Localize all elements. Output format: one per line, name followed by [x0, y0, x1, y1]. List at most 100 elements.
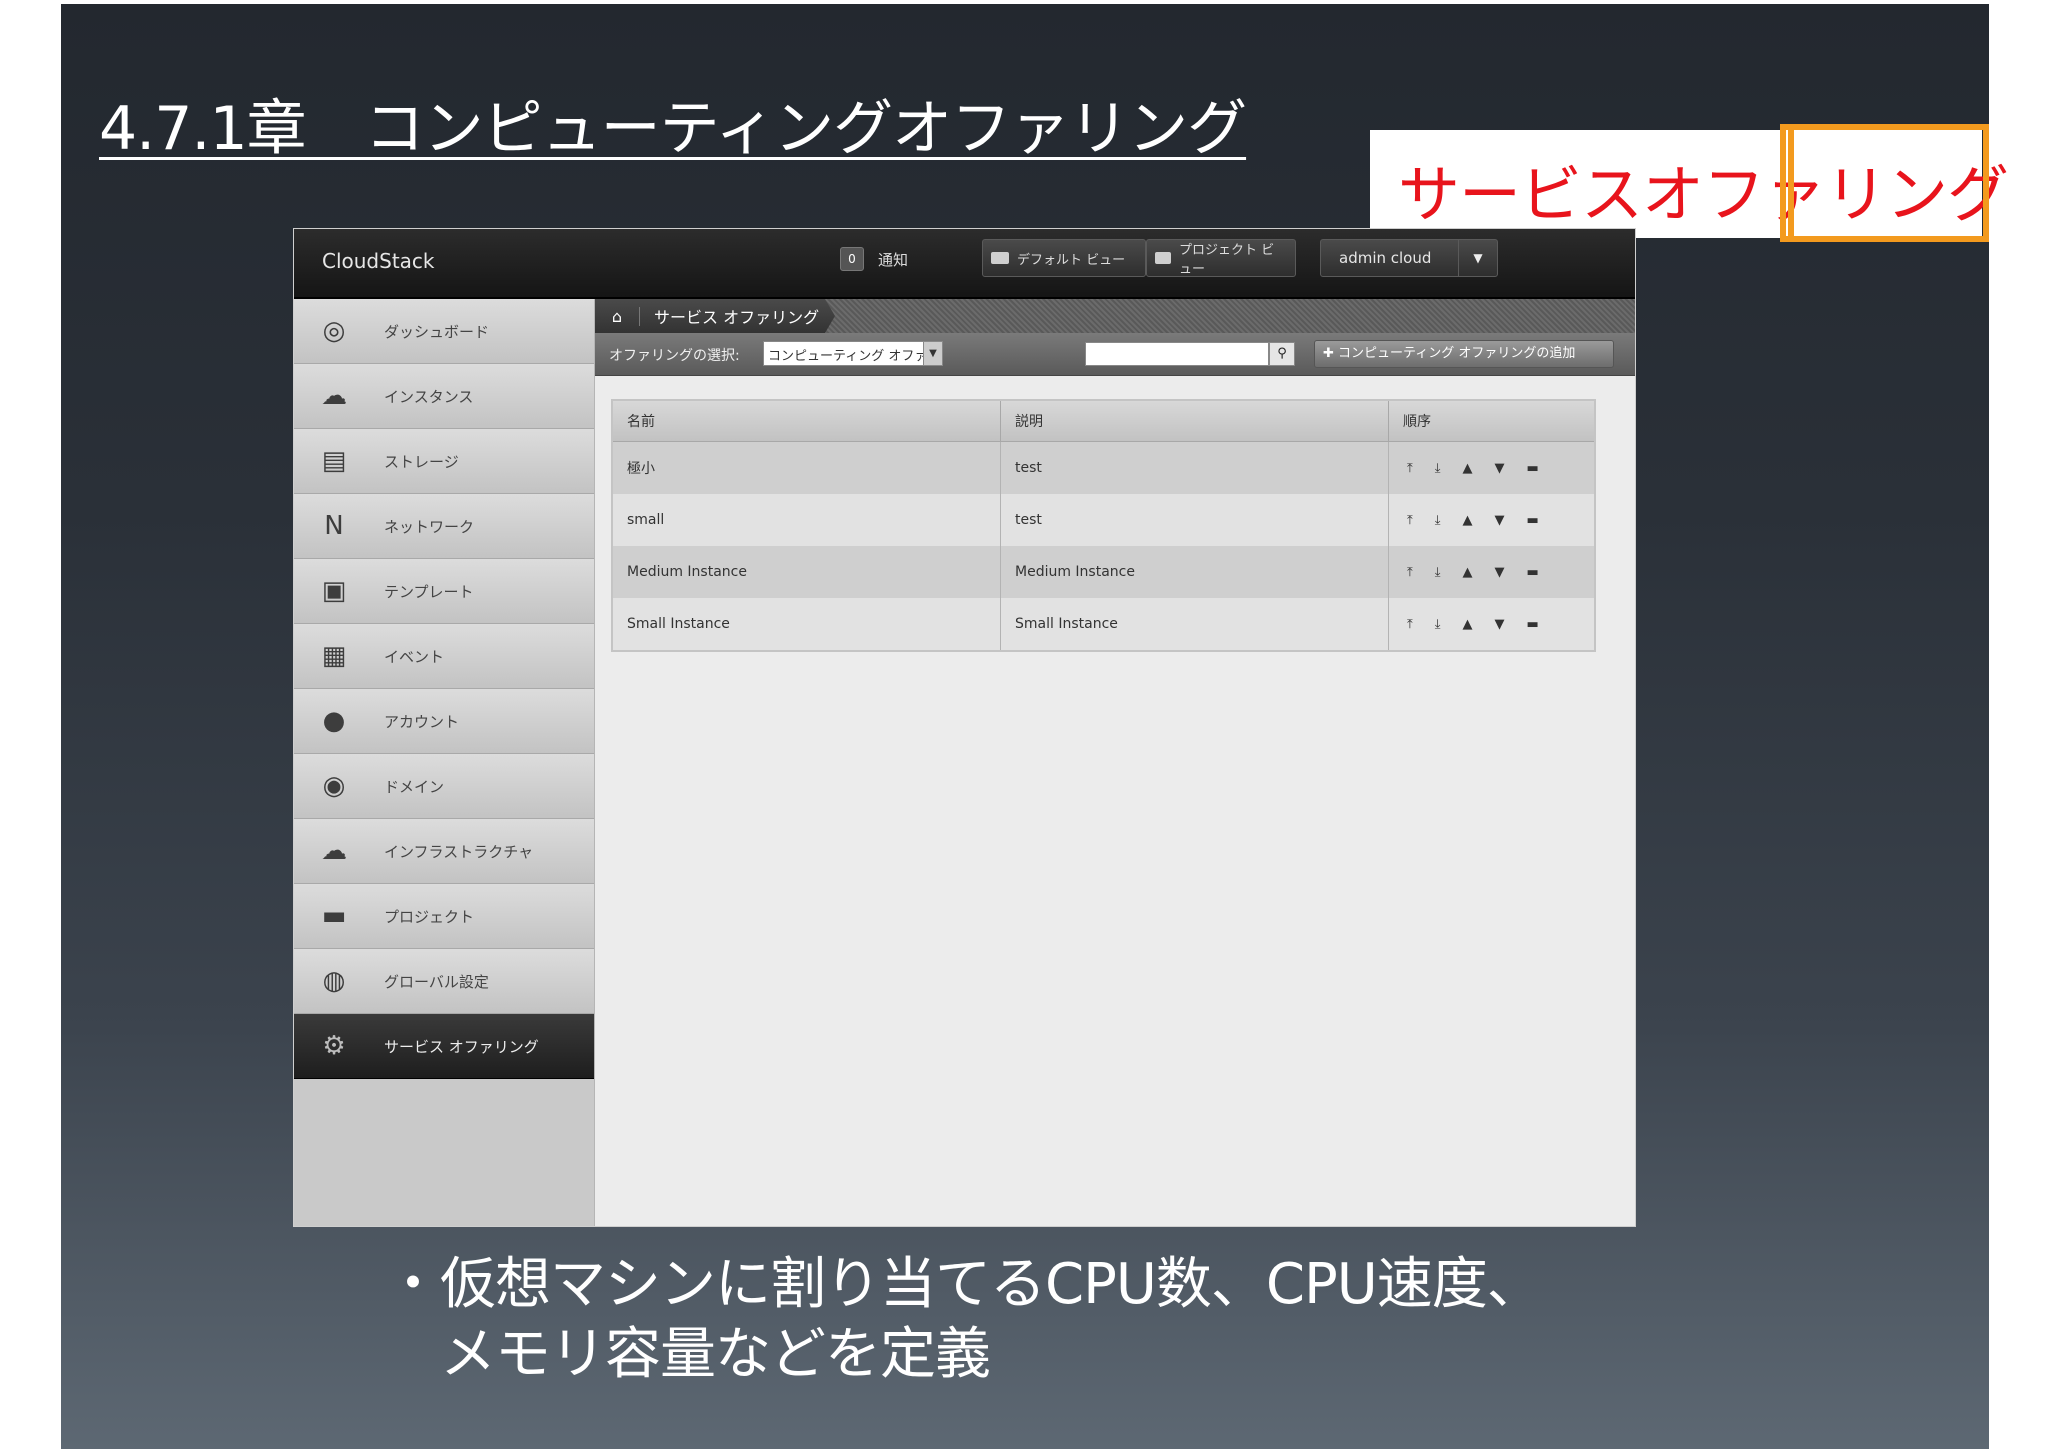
sidebar-item-network[interactable]: N ネットワーク [294, 494, 594, 559]
sidebar-item-label: ストレージ [384, 453, 459, 471]
bullet-line-2: メモリ容量などを定義 [385, 1322, 991, 1387]
column-header-description[interactable]: 説明 [1000, 400, 1389, 442]
cell-name: small [612, 494, 1001, 546]
folder-icon: ▬ [321, 901, 347, 931]
sidebar-item-events[interactable]: ▦ イベント [294, 624, 594, 689]
sidebar-item-label: アカウント [384, 713, 460, 731]
gear-icon: ⚙ [322, 1031, 346, 1061]
move-up-icon[interactable]: ▲ [1463, 617, 1473, 632]
breadcrumb-current[interactable]: サービス オファリング [640, 304, 819, 328]
breadcrumb-trail: ⌂ サービス オファリング [595, 299, 835, 333]
sidebar-item-label: イベント [384, 648, 445, 666]
cell-name: 極小 [612, 441, 1001, 494]
chevron-down-icon: ▼ [923, 342, 942, 365]
cell-description: test [1000, 441, 1389, 494]
cloud-icon: ☁ [321, 381, 347, 411]
sidebar-item-label: ネットワーク [384, 518, 475, 536]
sidebar-item-global-settings[interactable]: ◍ グローバル設定 [294, 949, 594, 1014]
table-row[interactable]: small test ⤒ ⤓ ▲ ▼ ▬ [612, 494, 1596, 546]
sidebar: ◎ ダッシュボード ☁ インスタンス ▤ ストレージ N ネットワーク ▣ テン… [294, 299, 595, 1226]
move-up-icon[interactable]: ▲ [1463, 513, 1473, 528]
move-up-icon[interactable]: ▲ [1463, 461, 1473, 476]
sidebar-item-accounts[interactable]: ● アカウント [294, 689, 594, 754]
user-icon: ● [322, 706, 346, 736]
move-bottom-icon[interactable]: ⤓ [1435, 565, 1441, 580]
notification-count: 0 [840, 247, 864, 271]
calendar-icon: ▦ [321, 641, 347, 671]
cell-name: Small Instance [612, 598, 1001, 651]
infrastructure-icon: ☁ [321, 836, 347, 866]
move-bottom-icon[interactable]: ⤓ [1435, 617, 1441, 632]
search-icon[interactable]: ⚲ [1269, 342, 1295, 366]
sidebar-item-label: テンプレート [384, 583, 474, 601]
add-compute-offering-button[interactable]: ✚ コンピューティング オファリングの追加 [1314, 340, 1614, 368]
sidebar-item-label: インスタンス [384, 388, 474, 406]
drag-icon[interactable]: ▬ [1527, 565, 1539, 580]
drag-icon[interactable]: ▬ [1527, 617, 1539, 632]
network-icon: N [324, 511, 344, 541]
default-view-button[interactable]: デフォルト ビュー [982, 239, 1146, 277]
sidebar-item-service-offerings[interactable]: ⚙ サービス オファリング [294, 1014, 594, 1079]
notifications[interactable]: 0 通知 [840, 247, 908, 271]
cell-order: ⤒ ⤓ ▲ ▼ ▬ [1388, 598, 1596, 651]
folder-icon [991, 252, 1009, 264]
notification-label: 通知 [878, 250, 909, 269]
table-row[interactable]: Small Instance Small Instance ⤒ ⤓ ▲ ▼ ▬ [612, 598, 1596, 651]
move-top-icon[interactable]: ⤒ [1407, 565, 1413, 580]
move-down-icon[interactable]: ▼ [1495, 513, 1505, 528]
sidebar-item-dashboard[interactable]: ◎ ダッシュボード [294, 299, 594, 364]
sidebar-item-label: サービス オファリング [384, 1038, 539, 1056]
callout-bracket [1784, 124, 1989, 242]
move-down-icon[interactable]: ▼ [1495, 461, 1505, 476]
sidebar-item-projects[interactable]: ▬ プロジェクト [294, 884, 594, 949]
table-row[interactable]: Medium Instance Medium Instance ⤒ ⤓ ▲ ▼ ▬ [612, 546, 1596, 598]
default-view-label: デフォルト ビュー [1017, 252, 1126, 268]
cell-name: Medium Instance [612, 546, 1001, 598]
chevron-down-icon[interactable]: ▼ [1458, 240, 1497, 276]
slide-title: 4.7.1章 コンピューティングオファリング [99, 94, 1247, 164]
cell-order: ⤒ ⤓ ▲ ▼ ▬ [1388, 441, 1596, 494]
move-down-icon[interactable]: ▼ [1495, 565, 1505, 580]
column-header-order[interactable]: 順序 [1388, 400, 1596, 442]
home-icon[interactable]: ⌂ [595, 306, 640, 326]
move-bottom-icon[interactable]: ⤓ [1435, 461, 1441, 476]
offering-select-value: コンピューティング オファ [768, 349, 928, 364]
move-top-icon[interactable]: ⤒ [1407, 513, 1413, 528]
sidebar-item-label: ドメイン [384, 778, 445, 796]
user-menu-button[interactable]: admin cloud ▼ [1320, 239, 1498, 277]
offering-select[interactable]: コンピューティング オファ ▼ [763, 341, 943, 366]
sidebar-item-templates[interactable]: ▣ テンプレート [294, 559, 594, 624]
template-icon: ▣ [321, 576, 347, 606]
table-row[interactable]: 極小 test ⤒ ⤓ ▲ ▼ ▬ [612, 441, 1596, 494]
sidebar-item-instances[interactable]: ☁ インスタンス [294, 364, 594, 429]
project-view-button[interactable]: プロジェクト ビュー [1146, 239, 1296, 277]
sidebar-item-domains[interactable]: ◉ ドメイン [294, 754, 594, 819]
cell-description: Medium Instance [1000, 546, 1389, 598]
move-top-icon[interactable]: ⤒ [1407, 461, 1413, 476]
move-bottom-icon[interactable]: ⤓ [1435, 513, 1441, 528]
offerings-table: 名前 説明 順序 極小 test ⤒ ⤓ ▲ ▼ ▬ small test ⤒ … [611, 399, 1596, 652]
move-up-icon[interactable]: ▲ [1463, 565, 1473, 580]
cell-order: ⤒ ⤓ ▲ ▼ ▬ [1388, 494, 1596, 546]
column-header-name[interactable]: 名前 [612, 400, 1001, 442]
drag-icon[interactable]: ▬ [1527, 513, 1539, 528]
move-down-icon[interactable]: ▼ [1495, 617, 1505, 632]
sidebar-item-label: グローバル設定 [384, 973, 489, 991]
search-input[interactable] [1085, 342, 1269, 366]
user-name: admin cloud [1339, 249, 1432, 267]
slide-bullet: ・仮想マシンに割り当てるCPU数、CPU速度、 メモリ容量などを定義 [385, 1250, 1543, 1390]
plus-icon: ✚ [1323, 346, 1339, 361]
breadcrumb: ⌂ サービス オファリング [595, 299, 1635, 333]
move-top-icon[interactable]: ⤒ [1407, 617, 1413, 632]
cell-order: ⤒ ⤓ ▲ ▼ ▬ [1388, 546, 1596, 598]
dashboard-icon: ◎ [322, 316, 346, 346]
sidebar-item-label: プロジェクト [384, 908, 475, 926]
drag-icon[interactable]: ▬ [1527, 461, 1539, 476]
sidebar-item-storage[interactable]: ▤ ストレージ [294, 429, 594, 494]
app-logo: CloudStack [322, 249, 435, 273]
sidebar-item-infrastructure[interactable]: ☁ インフラストラクチャ [294, 819, 594, 884]
cell-description: Small Instance [1000, 598, 1389, 651]
main-panel: ⌂ サービス オファリング オファリングの選択: コンピューティング オファ ▼… [595, 299, 1635, 1226]
offering-select-label: オファリングの選択: [609, 348, 740, 364]
toolbar: オファリングの選択: コンピューティング オファ ▼ ⚲ ✚ コンピューティング… [595, 333, 1635, 376]
